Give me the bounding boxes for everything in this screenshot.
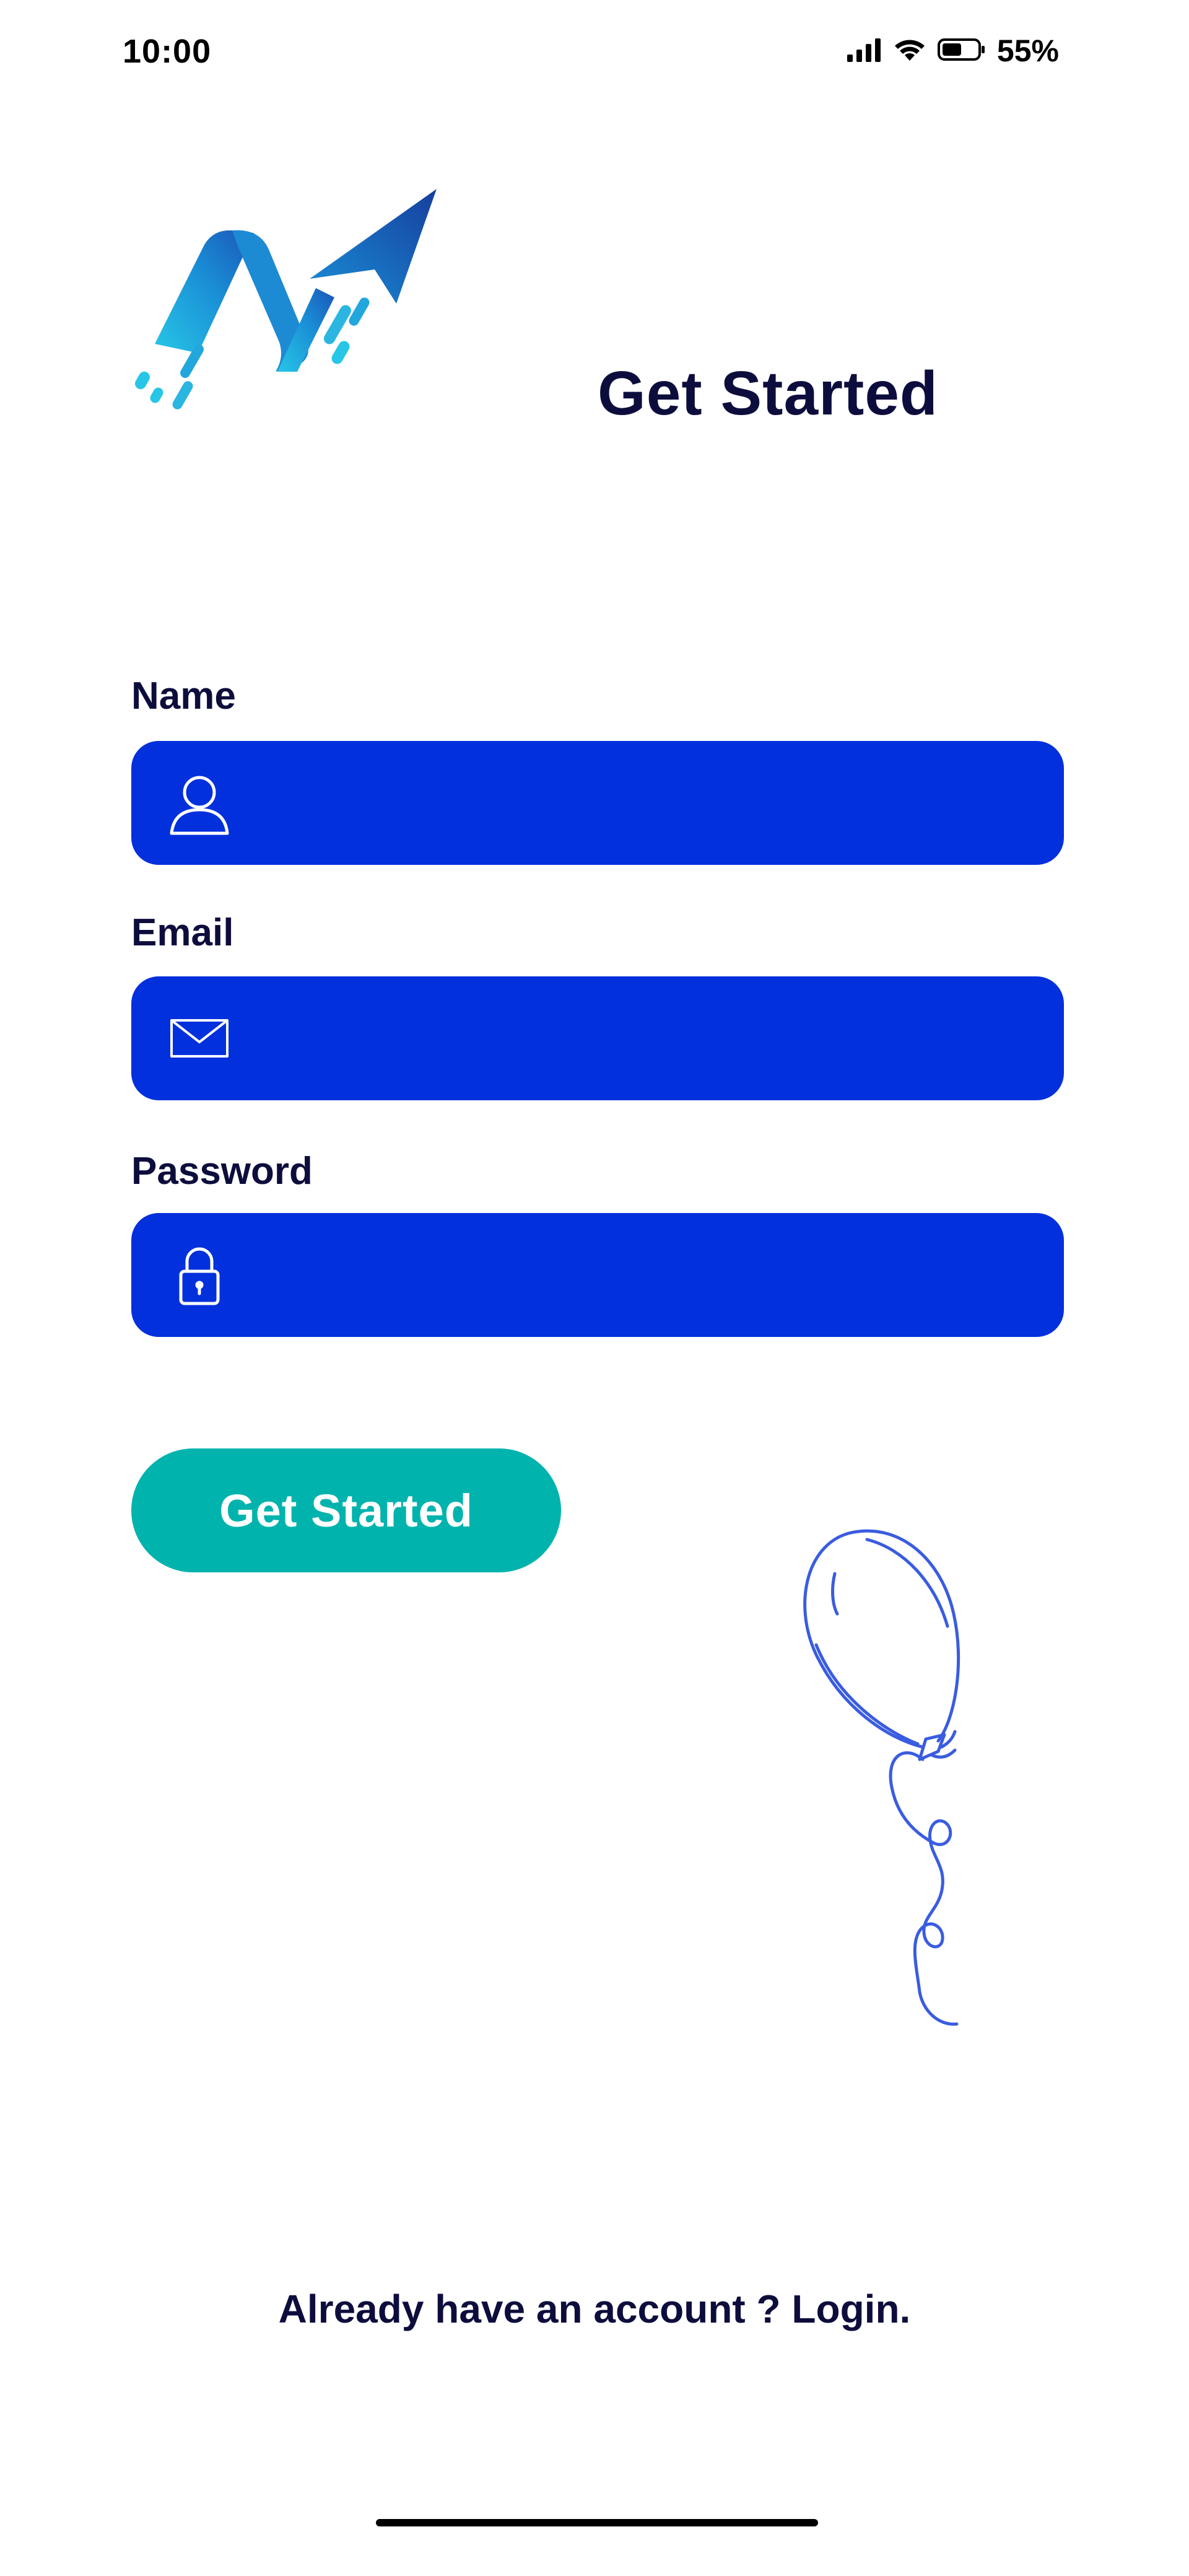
name-input[interactable]	[237, 741, 1064, 865]
login-link[interactable]: Already have an account ? Login.	[0, 2286, 1189, 2332]
password-field[interactable]	[131, 1213, 1064, 1337]
status-icons: 55%	[847, 32, 1059, 69]
page-title: Get Started	[598, 359, 939, 428]
email-input[interactable]	[237, 976, 1064, 1100]
name-label: Name	[131, 675, 236, 717]
mail-icon	[162, 1001, 237, 1076]
home-indicator[interactable]	[376, 2519, 818, 2526]
battery-icon	[937, 37, 986, 65]
status-bar: 10:00 55%	[0, 0, 1189, 105]
password-label: Password	[131, 1150, 313, 1193]
password-input[interactable]	[237, 1213, 1064, 1337]
get-started-button[interactable]: Get Started	[131, 1448, 561, 1572]
wifi-icon	[893, 37, 926, 65]
status-time: 10:00	[123, 33, 212, 70]
email-label: Email	[131, 911, 234, 954]
user-icon	[162, 766, 237, 840]
balloon-illustration	[793, 1521, 991, 2066]
battery-percent: 55%	[996, 33, 1059, 68]
name-field[interactable]	[131, 741, 1064, 865]
logo-icon	[130, 186, 446, 421]
signal-icon	[847, 37, 882, 65]
lock-icon	[162, 1238, 237, 1312]
email-field[interactable]	[131, 976, 1064, 1100]
